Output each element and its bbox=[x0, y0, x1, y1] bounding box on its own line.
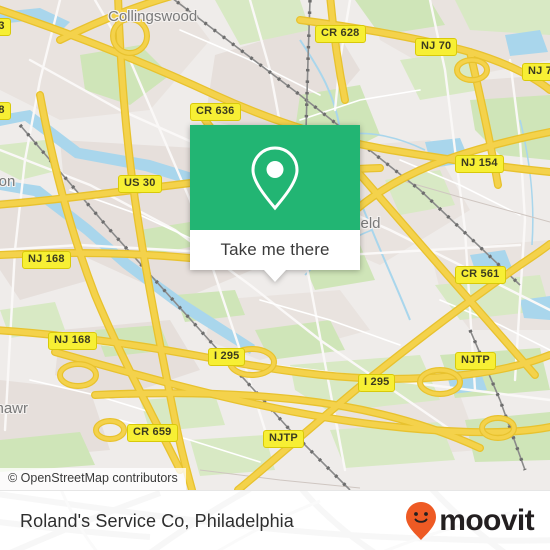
road-shield: NJTP bbox=[455, 352, 496, 370]
road-shield: NJTP bbox=[263, 430, 304, 448]
road-shield: I 295 bbox=[208, 348, 246, 366]
osm-attribution[interactable]: © OpenStreetMap contributors bbox=[0, 468, 186, 490]
place-label: ddon bbox=[0, 173, 16, 190]
moovit-map-screenshot: .land { fill:#efecea; } .urban { fill:#e… bbox=[0, 0, 550, 550]
location-popup-card[interactable]: Take me there bbox=[190, 125, 360, 282]
road-shield: CR 636 bbox=[190, 103, 241, 121]
road-shield: US 30 bbox=[118, 175, 162, 193]
take-me-there-label: Take me there bbox=[220, 240, 330, 259]
road-shield: NJ 70 bbox=[522, 63, 550, 81]
popup-action-area[interactable]: Take me there bbox=[190, 230, 360, 282]
road-shield: CR 628 bbox=[315, 25, 366, 43]
moovit-smiley-pin-icon bbox=[406, 502, 437, 540]
road-shield: NJ 168 bbox=[48, 332, 97, 350]
road-shield: I 295 bbox=[358, 374, 396, 392]
moovit-brand-logo[interactable]: moovit bbox=[406, 491, 535, 550]
road-shield: NJ 70 bbox=[415, 38, 458, 56]
popup-pointer-tail bbox=[264, 270, 286, 282]
road-shield: CR 659 bbox=[127, 424, 178, 442]
location-pin-icon bbox=[251, 145, 299, 210]
road-shield: NJ 168 bbox=[22, 251, 71, 269]
place-label: lmawr bbox=[0, 400, 28, 417]
moovit-wordmark: moovit bbox=[439, 504, 534, 537]
road-shield: NJ 154 bbox=[455, 155, 504, 173]
road-shield: 03 bbox=[0, 18, 11, 36]
road-shield: CR 561 bbox=[455, 266, 506, 284]
place-title: Roland's Service Co, Philadelphia bbox=[20, 510, 294, 531]
popup-image-area bbox=[190, 125, 360, 230]
place-label: Collingswood bbox=[108, 8, 198, 25]
road-shield: 68 bbox=[0, 102, 11, 120]
footer-bar: Roland's Service Co, Philadelphia moovit bbox=[0, 490, 550, 550]
map-canvas[interactable]: .land { fill:#efecea; } .urban { fill:#e… bbox=[0, 0, 550, 490]
